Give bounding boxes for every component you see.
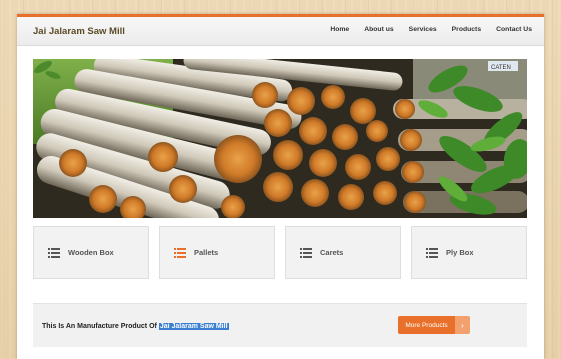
cta-text: This Is An Manufacture Product Of Jai Ja… <box>42 323 229 330</box>
service-cards: Wooden Box Pallets Carets Ply Box <box>33 226 527 279</box>
list-icon <box>300 247 312 258</box>
card-carets[interactable]: Carets <box>285 226 401 279</box>
hero-image: CATEN <box>33 59 527 218</box>
nav-contact[interactable]: Contact Us <box>496 26 532 33</box>
cta-text-prefix: This Is An Manufacture Product Of <box>42 323 159 330</box>
site-logo[interactable]: Jai Jalaram Saw Mill <box>33 26 125 37</box>
list-icon <box>174 247 186 258</box>
cta-text-highlight: Jai Jalaram Saw Mill <box>158 323 229 330</box>
page-container: Jai Jalaram Saw Mill Home About us Servi… <box>17 14 544 359</box>
more-products-label[interactable]: More Products <box>398 316 455 334</box>
nav-home[interactable]: Home <box>330 26 349 33</box>
chevron-right-icon[interactable]: › <box>455 316 470 334</box>
more-products-button[interactable]: More Products › <box>398 316 470 334</box>
card-pallets[interactable]: Pallets <box>159 226 275 279</box>
card-ply-box[interactable]: Ply Box <box>411 226 527 279</box>
card-label: Carets <box>320 248 344 257</box>
nav-services[interactable]: Services <box>409 26 437 33</box>
card-wooden-box[interactable]: Wooden Box <box>33 226 149 279</box>
nav-products[interactable]: Products <box>452 26 481 33</box>
card-label: Wooden Box <box>68 248 114 257</box>
nav-about[interactable]: About us <box>364 26 393 33</box>
card-label: Pallets <box>194 248 219 257</box>
timber-logs-illustration: CATEN <box>33 59 527 218</box>
header-bar: Jai Jalaram Saw Mill Home About us Servi… <box>17 14 544 46</box>
card-label: Ply Box <box>446 248 474 257</box>
hero-sign-text: CATEN <box>491 65 511 71</box>
list-icon <box>426 247 438 258</box>
cta-banner: This Is An Manufacture Product Of Jai Ja… <box>33 303 527 347</box>
main-nav: Home About us Services Products Contact … <box>315 26 532 33</box>
list-icon <box>48 247 60 258</box>
